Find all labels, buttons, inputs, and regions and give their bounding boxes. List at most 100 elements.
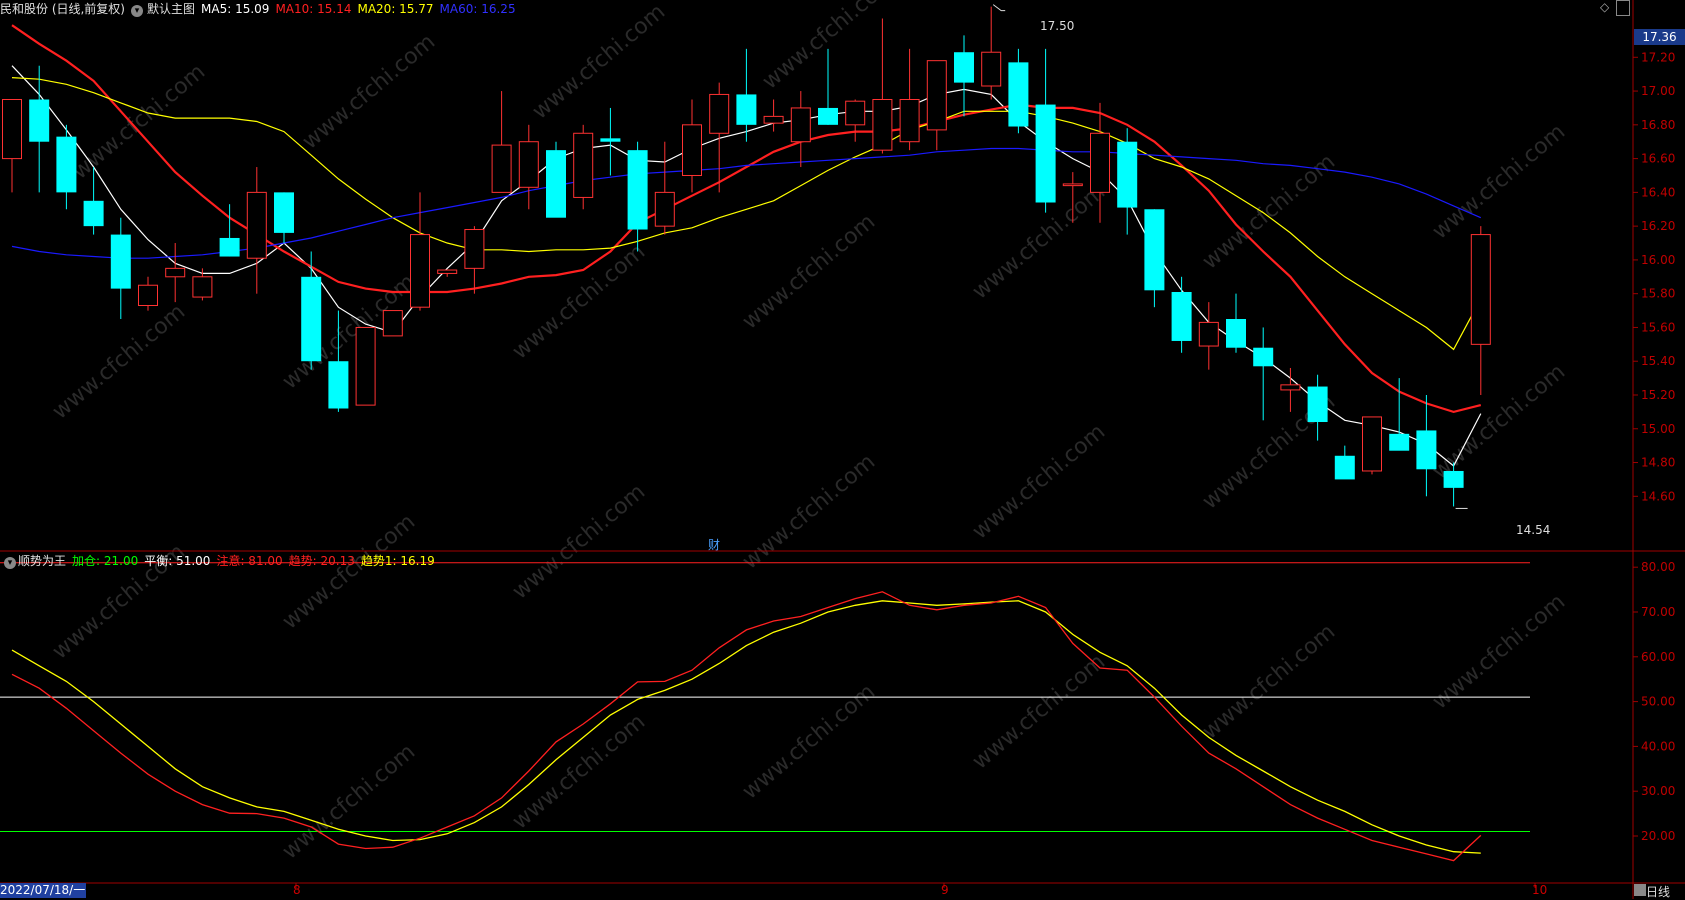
stock-title[interactable]: 民和股份 (日线,前复权) [0, 2, 125, 16]
candle-body-up [192, 276, 213, 298]
indicator-dropdown-icon[interactable]: ▾ [4, 557, 16, 569]
candle-body-up [138, 284, 158, 306]
candle-body-up [1062, 183, 1083, 187]
indicator-tick-label: 70.00 [1641, 605, 1675, 619]
candle-body-down [1443, 470, 1464, 488]
candle-body-down [56, 136, 77, 193]
watermark-text: www.cfchi.com [758, 0, 900, 95]
template-dropdown-icon[interactable]: ▾ [131, 5, 143, 17]
indicator-name[interactable]: 顺势为王 [18, 554, 66, 568]
diamond-icon[interactable]: ◇ [1600, 0, 1609, 14]
price-tick-label: 14.60 [1641, 489, 1675, 503]
zhuyi-value: 注意: 81.00 [216, 554, 283, 568]
watermark-text: www.cfchi.com [1428, 589, 1570, 714]
watermark-text: www.cfchi.com [1198, 619, 1340, 744]
candle-body-up [682, 124, 702, 176]
candle-body-down [219, 237, 240, 257]
qushi-value: 趋势: 20.13 [288, 554, 355, 568]
ma10-legend: MA10: 15.14 [275, 2, 352, 16]
indicator-tick-label: 50.00 [1641, 695, 1675, 709]
template-name[interactable]: 默认主图 [147, 2, 195, 16]
candle-body-down [1117, 141, 1138, 208]
candle-body-down [1226, 319, 1246, 348]
min-price-label: 14.54 [1516, 523, 1551, 537]
panel-toggle-icon[interactable] [1616, 0, 1630, 16]
indicator-header: ▾ 顺势为王 加仓: 21.00 平衡: 51.00 注意: 81.00 趋势: 20.1… [0, 552, 441, 569]
scroll-button[interactable] [1634, 884, 1646, 896]
x-label-oct: 10 [1532, 883, 1548, 897]
candle-body-up [355, 326, 376, 406]
price-tick-label: 16.80 [1641, 118, 1675, 132]
candle-body-down [954, 52, 974, 83]
finance-marker[interactable]: 财 [708, 536, 720, 553]
candle-body-up [790, 107, 811, 143]
price-tick-label: 15.40 [1641, 354, 1675, 368]
price-tick-label: 16.40 [1641, 185, 1675, 199]
candle-body-up [763, 115, 784, 124]
candle-body-down [546, 150, 566, 218]
candle-body-down [1253, 347, 1274, 367]
candle-body-down [1144, 209, 1165, 291]
candle-body-up [410, 234, 430, 308]
candle-body-down [1008, 62, 1029, 127]
price-tick-label: 14.80 [1641, 456, 1675, 470]
watermark-text: www.cfchi.com [1428, 359, 1570, 484]
watermark-text: www.cfchi.com [1428, 119, 1570, 244]
candle-body-down [1171, 291, 1192, 341]
qushi1-series-line [11, 600, 1481, 854]
candle-body-up [573, 132, 594, 198]
candle-body-down [1334, 455, 1355, 480]
watermark-text: www.cfchi.com [738, 449, 880, 574]
watermark-text: www.cfchi.com [968, 649, 1110, 774]
watermark-text: www.cfchi.com [508, 709, 650, 834]
candle-body-down [1307, 386, 1328, 423]
candle-body-up [1090, 132, 1110, 193]
watermark-text: www.cfchi.com [298, 29, 440, 154]
jiacang-value: 加仓: 21.00 [72, 554, 139, 568]
candle-body-down [83, 200, 104, 227]
x-label-start: 2022/07/18/一 [0, 883, 86, 898]
watermark-text: www.cfchi.com [508, 239, 650, 364]
price-tick-label: 16.60 [1641, 152, 1675, 166]
candle-body-up [845, 100, 866, 126]
candle-body-down [1035, 104, 1056, 203]
candle-body-up [926, 60, 947, 131]
watermark-text: www.cfchi.com [738, 209, 880, 334]
max-pointer [992, 4, 1006, 12]
candle-body-up [165, 267, 186, 278]
candle-body-down [274, 192, 294, 233]
watermark-text: www.cfchi.com [48, 299, 190, 424]
watermark-text: www.cfchi.com [508, 479, 650, 604]
candle-body-up [981, 51, 1002, 87]
price-tick-label: 15.20 [1641, 388, 1675, 402]
candle-body-up [382, 310, 403, 337]
candle-body-down [1389, 433, 1410, 451]
candle-body-up [2, 99, 22, 160]
candle-body-down [627, 150, 648, 230]
price-tick-label: 15.60 [1641, 320, 1675, 334]
candle-body-down [736, 94, 757, 125]
indicator-tick-label: 60.00 [1641, 650, 1675, 664]
candle-body-up [1280, 384, 1301, 391]
indicator-tick-label: 80.00 [1641, 560, 1675, 574]
period-label[interactable]: 日线 [1646, 883, 1670, 900]
price-tick-label: 17.00 [1641, 84, 1675, 98]
qushi1-value: 趋势1: 16.19 [360, 554, 435, 568]
candle-body-down [328, 361, 349, 409]
candle-body-down [29, 99, 50, 142]
indicator-tick-label: 40.00 [1641, 739, 1675, 753]
candle-body-up [709, 93, 730, 134]
price-tick-label: 17.20 [1641, 50, 1675, 64]
x-label-aug: 8 [293, 883, 301, 897]
candle-body-up [464, 229, 485, 269]
candle-body-up [1198, 321, 1219, 347]
indicator-tick-label: 20.00 [1641, 829, 1675, 843]
price-tick-label: 15.00 [1641, 422, 1675, 436]
candle-body-down [1416, 430, 1437, 470]
candle-body-up [246, 191, 267, 259]
indicator-tick-label: 30.00 [1641, 784, 1675, 798]
current-price-tag: 17.36 [1634, 29, 1685, 45]
watermark-text: www.cfchi.com [968, 419, 1110, 544]
price-tick-label: 16.20 [1641, 219, 1675, 233]
candle-body-up [518, 141, 539, 188]
